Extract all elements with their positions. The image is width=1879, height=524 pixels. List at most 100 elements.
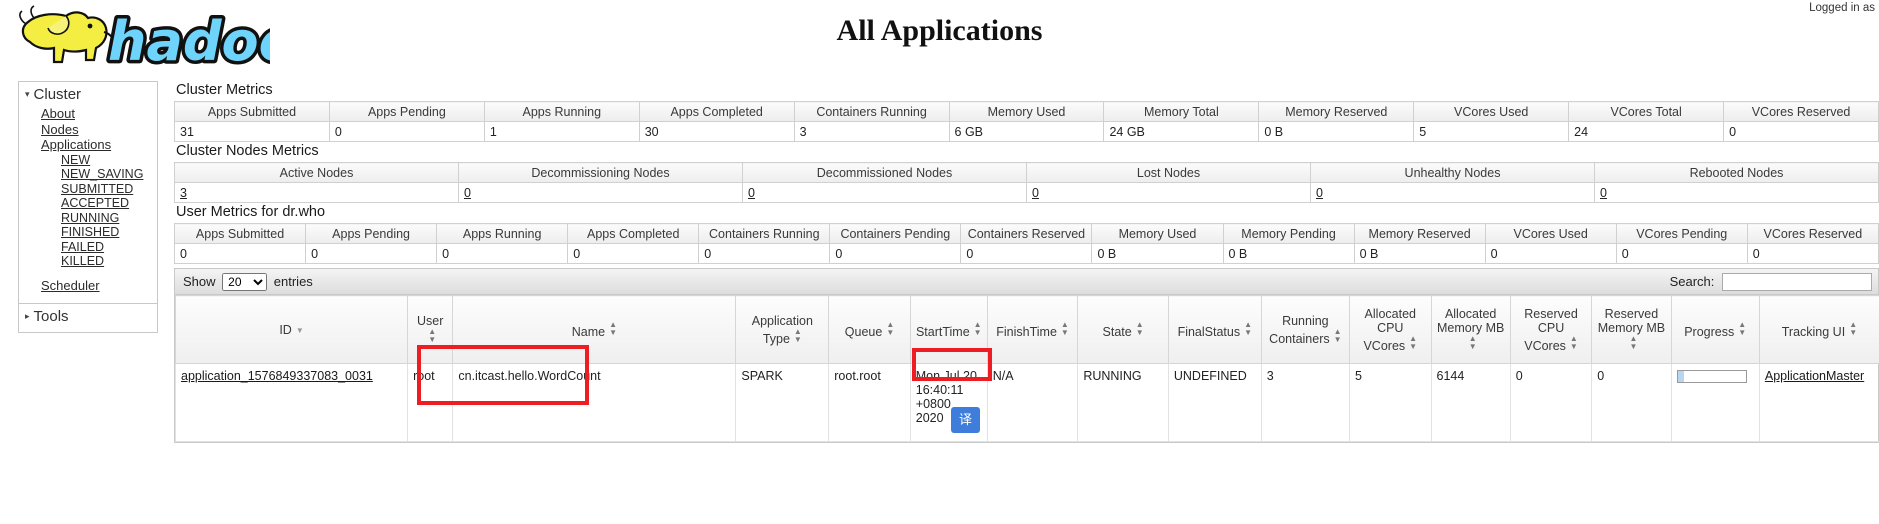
sidebar-scheduler-wrap: Scheduler bbox=[19, 276, 157, 293]
nodes-metric-link-0[interactable]: 3 bbox=[180, 186, 187, 200]
sort-both-icon[interactable] bbox=[1334, 328, 1342, 344]
search-input[interactable] bbox=[1722, 273, 1872, 291]
applications-toolbar: Show 2050100 entries Search: bbox=[175, 269, 1878, 295]
sidebar-cluster-header[interactable]: ▾ Cluster bbox=[19, 84, 157, 106]
sidebar-app-states: NEW NEW_SAVING SUBMITTED ACCEPTED RUNNIN… bbox=[41, 153, 157, 269]
apps-cell-state: RUNNING bbox=[1077, 363, 1169, 442]
user-metric-value-8: 0 B bbox=[1222, 243, 1355, 264]
apps-cell-queue: root.root bbox=[828, 363, 911, 442]
sidebar-tools-header[interactable]: ▸ Tools bbox=[19, 306, 157, 328]
sidebar-item-scheduler[interactable]: Scheduler bbox=[41, 278, 100, 293]
nodes-metric-value-2: 0 bbox=[742, 182, 1027, 203]
user-metric-header-6: Containers Reserved bbox=[960, 223, 1093, 244]
apps-cell-running-containers: 3 bbox=[1260, 363, 1351, 442]
cluster-metric-header-4: Containers Running bbox=[793, 101, 950, 122]
user-metric-header-4: Containers Running bbox=[698, 223, 831, 244]
cluster-metric-value-4: 3 bbox=[793, 121, 950, 142]
user-metric-value-10: 0 bbox=[1484, 243, 1617, 264]
sidebar-cluster-label: Cluster bbox=[33, 86, 82, 103]
user-metric-value-5: 0 bbox=[829, 243, 962, 264]
sort-both-icon[interactable] bbox=[1061, 321, 1069, 337]
sidebar-item-nodes[interactable]: Nodes bbox=[41, 122, 157, 138]
sort-both-icon[interactable] bbox=[794, 328, 802, 344]
sidebar-item-state-finished[interactable]: FINISHED bbox=[61, 225, 157, 240]
sidebar-item-state-submitted[interactable]: SUBMITTED bbox=[61, 182, 157, 197]
apps-header-label: User bbox=[417, 313, 444, 328]
cluster-metric-value-8: 5 bbox=[1413, 121, 1570, 142]
nodes-metric-value-4: 0 bbox=[1310, 182, 1595, 203]
sort-both-icon[interactable] bbox=[1244, 321, 1252, 337]
nodes-metric-link-2[interactable]: 0 bbox=[748, 186, 755, 200]
cluster-metric-header-2: Apps Running bbox=[483, 101, 640, 122]
sort-both-icon[interactable] bbox=[886, 321, 894, 337]
apps-header-label: Allocated CPU VCores bbox=[1363, 306, 1416, 353]
apps-header-label: Queue bbox=[844, 324, 883, 339]
apps-header-running-containers[interactable]: Running Containers bbox=[1260, 295, 1351, 364]
cluster-metrics-table: Apps Submitted Apps Pending Apps Running Ap… bbox=[174, 101, 1879, 142]
sidebar-item-state-killed[interactable]: KILLED bbox=[61, 254, 157, 269]
apps-header-finalstatus[interactable]: FinalStatus bbox=[1167, 295, 1262, 364]
apps-header-state[interactable]: State bbox=[1077, 295, 1169, 364]
apps-header-id[interactable]: ID ▼ bbox=[174, 295, 409, 364]
cluster-metric-value-7: 0 B bbox=[1258, 121, 1415, 142]
user-metrics-table: Apps Submitted Apps Pending Apps Running Ap… bbox=[173, 223, 1879, 264]
tracking-ui-link[interactable]: ApplicationMaster bbox=[1765, 369, 1864, 383]
sidebar-item-about[interactable]: About bbox=[41, 106, 157, 122]
sidebar-item-state-new-saving[interactable]: NEW_SAVING bbox=[61, 167, 157, 182]
apps-cell-name: cn.itcast.hello.WordCount bbox=[452, 363, 737, 442]
nodes-metric-value-0: 3 bbox=[174, 182, 459, 203]
apps-header-label: State bbox=[1102, 324, 1132, 339]
apps-cell-final-status: UNDEFINED bbox=[1167, 363, 1262, 442]
sidebar-item-state-new[interactable]: NEW bbox=[61, 153, 157, 168]
cluster-metric-header-9: VCores Total bbox=[1568, 101, 1725, 122]
translate-icon[interactable]: 译 bbox=[951, 407, 980, 433]
sort-both-icon[interactable] bbox=[428, 328, 436, 344]
cluster-metrics-title: Cluster Metrics bbox=[176, 82, 273, 98]
sort-both-icon[interactable] bbox=[1570, 335, 1578, 351]
apps-header-reserved-memory-mb[interactable]: Reserved Memory MB bbox=[1591, 295, 1672, 364]
apps-header-label: Application Type bbox=[751, 313, 813, 346]
user-metric-value-6: 0 bbox=[960, 243, 1093, 264]
apps-header-label: StartTime bbox=[915, 324, 970, 339]
nodes-metric-link-3[interactable]: 0 bbox=[1032, 186, 1039, 200]
sort-both-icon[interactable] bbox=[1849, 321, 1857, 337]
apps-header-finishtime[interactable]: FinishTime bbox=[986, 295, 1079, 364]
sidebar-item-applications[interactable]: Applications bbox=[41, 137, 157, 153]
apps-header-starttime[interactable]: StartTime bbox=[909, 295, 988, 364]
apps-header-progress[interactable]: Progress bbox=[1670, 295, 1760, 364]
sidebar-item-state-running[interactable]: RUNNING bbox=[61, 211, 157, 226]
nodes-metric-link-1[interactable]: 0 bbox=[464, 186, 471, 200]
sort-both-icon[interactable] bbox=[1738, 321, 1746, 337]
sort-both-icon[interactable] bbox=[1629, 335, 1637, 351]
apps-header-reserved-cpu-vcores[interactable]: Reserved CPU VCores bbox=[1509, 295, 1593, 364]
sort-both-icon[interactable] bbox=[974, 321, 982, 337]
application-id-link[interactable]: application_1576849337083_0031 bbox=[181, 369, 373, 383]
sort-both-icon[interactable] bbox=[609, 321, 617, 337]
apps-header-tracking-ui[interactable]: Tracking UI bbox=[1758, 295, 1879, 364]
sidebar-item-state-accepted[interactable]: ACCEPTED bbox=[61, 196, 157, 211]
apps-header-queue[interactable]: Queue bbox=[828, 295, 911, 364]
apps-header-application-type[interactable]: Application Type bbox=[735, 295, 830, 364]
sidebar-cluster-links: About Nodes Applications NEW NEW_SAVING … bbox=[19, 106, 157, 276]
sort-descending-icon[interactable]: ▼ bbox=[296, 326, 304, 335]
sort-both-icon[interactable] bbox=[1136, 321, 1144, 337]
apps-header-user[interactable]: User bbox=[407, 295, 454, 364]
apps-header-allocated-cpu-vcores[interactable]: Allocated CPU VCores bbox=[1349, 295, 1432, 364]
table-header-row: ID ▼ User Name Application Type Queue StartTim… bbox=[174, 295, 1879, 364]
user-metric-header-5: Containers Pending bbox=[829, 223, 962, 244]
sidebar: ▾ Cluster About Nodes Applications NEW NE… bbox=[18, 81, 158, 333]
sidebar-item-state-failed[interactable]: FAILED bbox=[61, 240, 157, 255]
nodes-metric-link-5[interactable]: 0 bbox=[1600, 186, 1607, 200]
sidebar-spacer-bottom bbox=[19, 293, 157, 299]
sort-both-icon[interactable] bbox=[1469, 335, 1477, 351]
user-metric-value-3: 0 bbox=[567, 243, 700, 264]
apps-header-name[interactable]: Name bbox=[452, 295, 737, 364]
sort-both-icon[interactable] bbox=[1409, 335, 1417, 351]
apps-header-label: ID bbox=[279, 322, 292, 337]
page-size-select[interactable]: 2050100 bbox=[222, 273, 268, 291]
apps-header-allocated-memory-mb[interactable]: Allocated Memory MB bbox=[1430, 295, 1511, 364]
progress-bar bbox=[1676, 370, 1747, 383]
table-header-row: Active Nodes Decommissioning Nodes Decommi… bbox=[174, 162, 1879, 183]
nodes-metric-link-4[interactable]: 0 bbox=[1316, 186, 1323, 200]
